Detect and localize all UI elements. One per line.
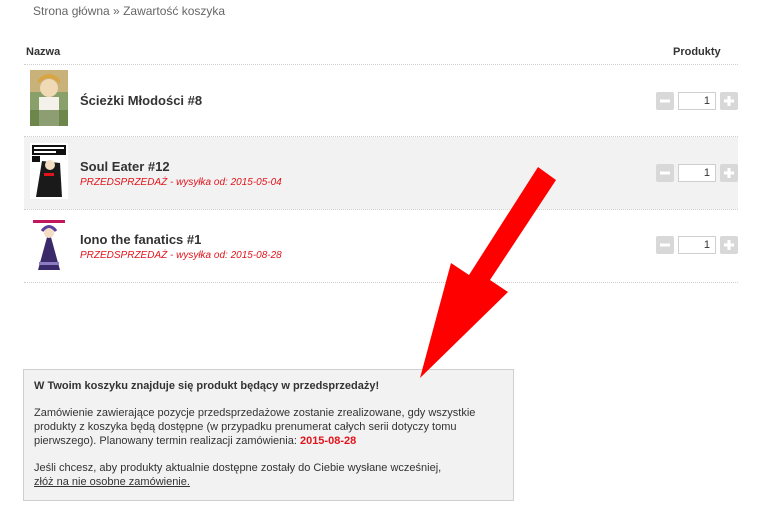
quantity-stepper <box>656 164 740 184</box>
quantity-input[interactable] <box>678 236 716 254</box>
plus-icon <box>724 96 734 106</box>
increase-quantity-button[interactable] <box>720 164 738 182</box>
separate-order-info: Jeśli chcesz, aby produkty aktualnie dos… <box>34 461 503 489</box>
presale-info-body: Zamówienie zawierające pozycje przedsprz… <box>34 407 476 447</box>
column-header-name: Nazwa <box>26 46 61 58</box>
minus-icon <box>660 171 670 175</box>
cart-item-row: Iono the fanatics #1 PRZEDSPRZEDAŻ - wys… <box>24 210 738 282</box>
plus-icon <box>724 240 734 250</box>
decrease-quantity-button[interactable] <box>656 164 674 182</box>
breadcrumb: Strona główna » Zawartość koszyka <box>33 4 225 18</box>
plus-icon <box>724 168 734 178</box>
product-cover-image[interactable] <box>30 70 68 126</box>
breadcrumb-current: Zawartość koszyka <box>123 4 226 18</box>
decrease-quantity-button[interactable] <box>656 92 674 110</box>
breadcrumb-separator: » <box>109 4 124 18</box>
increase-quantity-button[interactable] <box>720 92 738 110</box>
breadcrumb-home-link[interactable]: Strona główna <box>33 4 110 18</box>
product-cover-image[interactable] <box>30 216 68 272</box>
quantity-stepper <box>656 236 740 256</box>
increase-quantity-button[interactable] <box>720 236 738 254</box>
divider <box>24 282 738 283</box>
quantity-input[interactable] <box>678 164 716 182</box>
decrease-quantity-button[interactable] <box>656 236 674 254</box>
product-title[interactable]: Soul Eater #12 <box>80 159 170 174</box>
separate-order-link[interactable]: złóż na nie osobne zamówienie. <box>34 476 190 488</box>
presale-info-heading: W Twoim koszyku znajduje się produkt będ… <box>34 380 380 392</box>
quantity-stepper <box>656 92 740 112</box>
presale-notice: PRZEDSPRZEDAŻ - wysyłka od: 2015-08-28 <box>80 250 282 261</box>
cart-item-row: Soul Eater #12 PRZEDSPRZEDAŻ - wysyłka o… <box>24 137 738 209</box>
product-title[interactable]: Iono the fanatics #1 <box>80 232 201 247</box>
product-cover-image[interactable] <box>30 143 68 199</box>
product-title[interactable]: Ścieżki Młodości #8 <box>80 93 202 108</box>
separate-order-text: Jeśli chcesz, aby produkty aktualnie dos… <box>34 462 442 474</box>
quantity-input[interactable] <box>678 92 716 110</box>
cart-item-row: Ścieżki Młodości #8 <box>24 64 738 136</box>
presale-info-text: Zamówienie zawierające pozycje przedsprz… <box>34 406 503 448</box>
presale-info-box: W Twoim koszyku znajduje się produkt będ… <box>23 369 514 501</box>
column-header-products: Produkty <box>673 46 721 58</box>
planned-date: 2015-08-28 <box>299 435 357 447</box>
presale-notice: PRZEDSPRZEDAŻ - wysyłka od: 2015-05-04 <box>80 177 282 188</box>
minus-icon <box>660 99 670 103</box>
minus-icon <box>660 243 670 247</box>
